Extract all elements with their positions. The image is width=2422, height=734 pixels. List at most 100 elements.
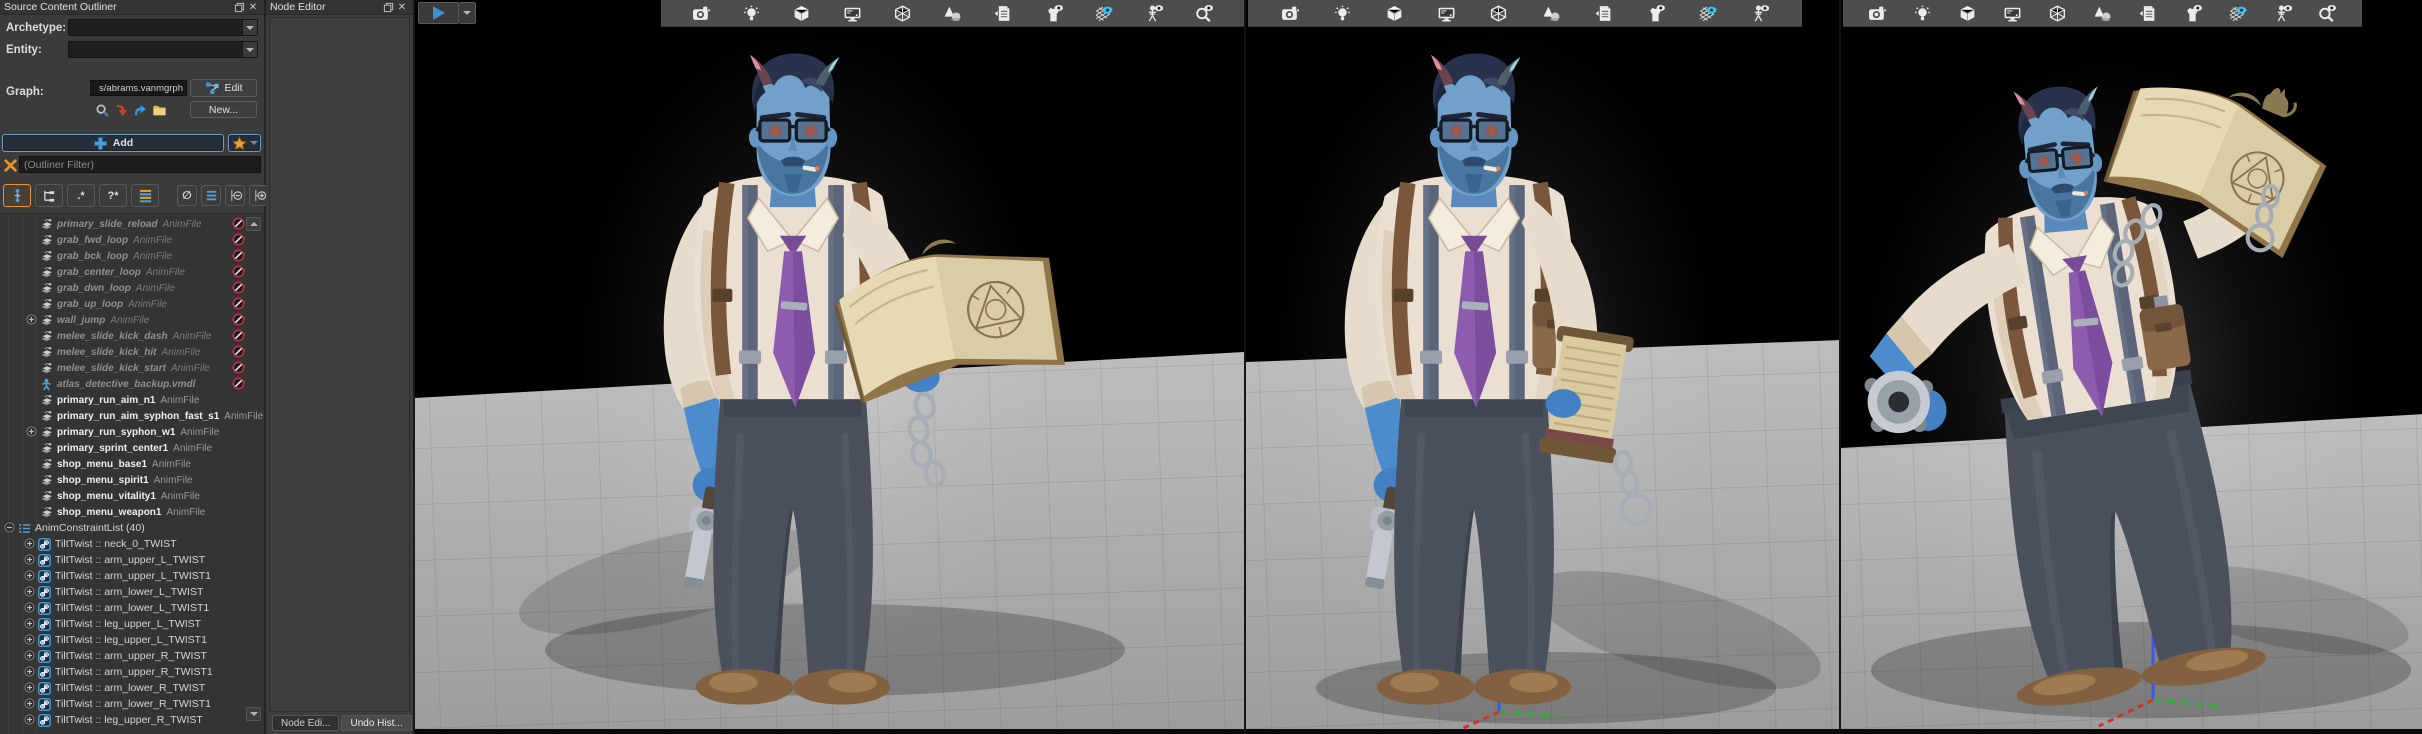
camera-icon[interactable] bbox=[1280, 3, 1300, 23]
outliner-filter-input[interactable] bbox=[19, 156, 261, 173]
disabled-icon[interactable] bbox=[232, 361, 246, 375]
tree-row[interactable]: melee_slide_kick_hit AnimFile bbox=[0, 344, 264, 360]
node-editor-canvas[interactable] bbox=[269, 17, 410, 712]
tree-row[interactable]: TiltTwist :: leg_upper_L_TWIST bbox=[0, 616, 264, 632]
tree-row[interactable]: TiltTwist :: arm_lower_R_TWIST1 bbox=[0, 696, 264, 712]
tree-row[interactable]: grab_fwd_loop AnimFile bbox=[0, 232, 264, 248]
cube-icon[interactable] bbox=[1385, 3, 1405, 23]
light-icon[interactable] bbox=[1332, 3, 1352, 23]
light-icon[interactable] bbox=[1913, 3, 1933, 23]
skeleton-visibility-icon[interactable] bbox=[1750, 3, 1770, 23]
tree-row[interactable]: TiltTwist :: arm_upper_R_TWIST1 bbox=[0, 664, 264, 680]
cube-icon[interactable] bbox=[792, 3, 812, 23]
tree-row[interactable]: primary_run_aim_syphon_fast_s1 AnimFile bbox=[0, 408, 264, 424]
question-star-filter-button[interactable]: ?* bbox=[99, 184, 127, 207]
tree-row[interactable]: TiltTwist :: leg_upper_R_TWIST bbox=[0, 712, 264, 728]
collapse-icon[interactable] bbox=[4, 522, 16, 534]
tree-row[interactable]: TiltTwist :: arm_lower_L_TWIST bbox=[0, 584, 264, 600]
physics-query-icon[interactable] bbox=[1194, 3, 1214, 23]
clear-filter-icon[interactable] bbox=[2, 157, 18, 173]
camera-icon[interactable] bbox=[691, 3, 711, 23]
archetype-dropdown[interactable] bbox=[68, 19, 258, 36]
wireframe-cube-icon[interactable] bbox=[892, 3, 912, 23]
disabled-icon[interactable] bbox=[232, 249, 246, 263]
graph-path-field[interactable]: s/abrams.vanmgrph bbox=[90, 80, 187, 96]
close-panel-icon[interactable]: ✕ bbox=[246, 1, 260, 13]
node-editor-titlebar[interactable]: Node Editor ✕ bbox=[266, 0, 413, 15]
float-panel-icon[interactable] bbox=[381, 1, 395, 13]
mesh-page-icon[interactable] bbox=[2137, 3, 2157, 23]
wireframe-cube-icon[interactable] bbox=[1489, 3, 1509, 23]
tree-row[interactable]: shop_menu_vitality1 AnimFile bbox=[0, 488, 264, 504]
tree-row[interactable]: primary_slide_reload AnimFile bbox=[0, 216, 264, 232]
mesh-page-icon[interactable] bbox=[1593, 3, 1613, 23]
graph-edit-button[interactable]: Edit bbox=[190, 79, 257, 97]
sort-lines-icon[interactable] bbox=[131, 184, 159, 207]
entity-dropdown[interactable] bbox=[68, 41, 258, 58]
close-panel-icon[interactable]: ✕ bbox=[395, 1, 409, 13]
expand-icon[interactable] bbox=[24, 538, 36, 550]
disabled-icon[interactable] bbox=[232, 297, 246, 311]
expand-icon[interactable] bbox=[24, 666, 36, 678]
tree-row[interactable]: primary_run_syphon_w1 AnimFile bbox=[0, 424, 264, 440]
expand-icon[interactable] bbox=[24, 554, 36, 566]
disabled-icon[interactable] bbox=[232, 313, 246, 327]
favorites-button[interactable] bbox=[228, 134, 261, 152]
viewport-2[interactable] bbox=[1244, 0, 1839, 734]
disabled-icon[interactable] bbox=[232, 233, 246, 247]
expand-icon[interactable] bbox=[24, 602, 36, 614]
hide-empty-button[interactable]: ∅ bbox=[177, 185, 197, 206]
viewport-1[interactable] bbox=[415, 0, 1244, 734]
play-button[interactable] bbox=[418, 2, 459, 24]
skeleton-visibility-icon[interactable] bbox=[1144, 3, 1164, 23]
expand-icon[interactable] bbox=[24, 570, 36, 582]
skeleton-visibility-icon[interactable] bbox=[2272, 3, 2292, 23]
cloth-visibility-icon[interactable] bbox=[2182, 3, 2202, 23]
expand-icon[interactable] bbox=[24, 714, 36, 726]
mesh-page-icon[interactable] bbox=[993, 3, 1013, 23]
play-options-dropdown[interactable] bbox=[459, 2, 476, 24]
cloth-visibility-icon[interactable] bbox=[1043, 3, 1063, 23]
expand-icon[interactable] bbox=[24, 698, 36, 710]
tree-row[interactable]: TiltTwist :: arm_lower_L_TWIST1 bbox=[0, 600, 264, 616]
tree-row[interactable]: primary_run_aim_n1 AnimFile bbox=[0, 392, 264, 408]
expand-icon[interactable] bbox=[24, 586, 36, 598]
graph-new-button[interactable]: New... bbox=[190, 101, 257, 118]
expand-icon[interactable] bbox=[26, 314, 38, 326]
tree-row[interactable]: primary_sprint_center1 AnimFile bbox=[0, 440, 264, 456]
float-panel-icon[interactable] bbox=[232, 1, 246, 13]
disabled-icon[interactable] bbox=[232, 345, 246, 359]
scroll-up-button[interactable] bbox=[246, 217, 261, 231]
outliner-titlebar[interactable]: Source Content Outliner ✕ bbox=[0, 0, 264, 15]
scope-hierarchy-icon[interactable] bbox=[3, 184, 31, 207]
camera-icon[interactable] bbox=[1868, 3, 1888, 23]
character-model-book-closed[interactable] bbox=[1246, 24, 1766, 730]
expand-icon[interactable] bbox=[24, 682, 36, 694]
collision-grid-icon[interactable] bbox=[1698, 3, 1718, 23]
tree-row[interactable]: shop_menu_spirit1 AnimFile bbox=[0, 472, 264, 488]
disabled-icon[interactable] bbox=[232, 329, 246, 343]
primitives-icon[interactable] bbox=[943, 3, 963, 23]
tree-row[interactable]: shop_menu_weapon1 AnimFile bbox=[0, 504, 264, 520]
add-button[interactable]: Add bbox=[2, 134, 224, 152]
disabled-icon[interactable] bbox=[232, 265, 246, 279]
tree-row[interactable]: grab_dwn_loop AnimFile bbox=[0, 280, 264, 296]
export-arrow-icon[interactable] bbox=[132, 102, 148, 118]
collision-grid-icon[interactable] bbox=[2227, 3, 2247, 23]
import-arrow-icon[interactable] bbox=[113, 102, 129, 118]
collision-grid-icon[interactable] bbox=[1093, 3, 1113, 23]
tree-row[interactable]: TiltTwist :: leg_upper_L_TWIST1 bbox=[0, 632, 264, 648]
tab-node-editor[interactable]: Node Edi... bbox=[272, 715, 340, 731]
tree-row[interactable]: TiltTwist :: arm_upper_L_TWIST bbox=[0, 552, 264, 568]
wireframe-cube-icon[interactable] bbox=[2048, 3, 2068, 23]
disabled-icon[interactable] bbox=[232, 281, 246, 295]
disabled-icon[interactable] bbox=[232, 377, 246, 391]
monitor-icon[interactable] bbox=[2003, 3, 2023, 23]
expand-icon[interactable] bbox=[24, 618, 36, 630]
character-model-action-pose[interactable] bbox=[1851, 24, 2391, 730]
folder-icon[interactable] bbox=[151, 102, 167, 118]
expand-icon[interactable] bbox=[24, 634, 36, 646]
flat-tree-icon[interactable] bbox=[35, 184, 63, 207]
tree-row[interactable]: TiltTwist :: arm_lower_R_TWIST bbox=[0, 680, 264, 696]
primitives-icon[interactable] bbox=[1541, 3, 1561, 23]
